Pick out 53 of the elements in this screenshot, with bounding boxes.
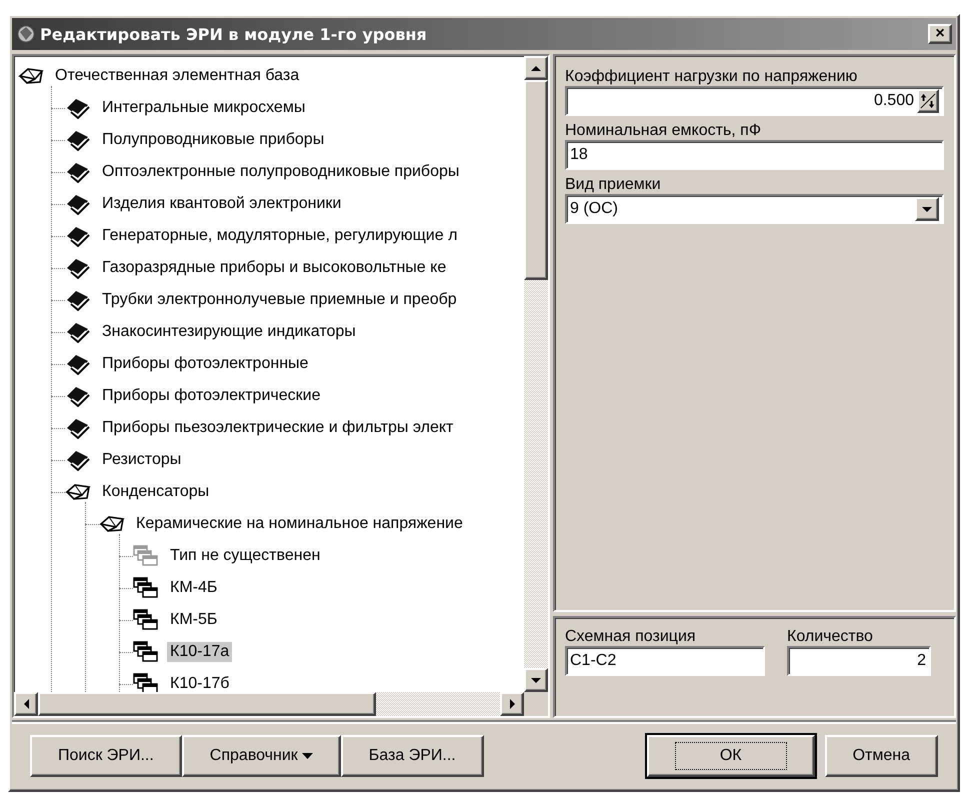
- app-icon: [16, 24, 36, 44]
- spin-field[interactable]: 0.500: [565, 86, 944, 116]
- close-button[interactable]: ×: [928, 24, 952, 44]
- tree-item[interactable]: КМ-4Б: [167, 578, 220, 598]
- tree-item[interactable]: Интегральные микросхемы: [99, 98, 308, 118]
- tree-item[interactable]: Конденсаторы: [99, 482, 212, 502]
- right-arrow-icon: [510, 699, 514, 709]
- tree-item[interactable]: Знакосинтезирующие индикаторы: [99, 322, 359, 342]
- tree-item[interactable]: Изделия квантовой электроники: [99, 194, 344, 214]
- tree-item[interactable]: Керамические на номинальное напряжение: [133, 514, 466, 534]
- scroll-thumb[interactable]: [38, 692, 376, 716]
- caret-icon: [922, 206, 932, 212]
- caret-icon: [302, 753, 313, 759]
- scroll-right-button[interactable]: [500, 692, 524, 716]
- tree-item[interactable]: Приборы фотоэлектронные: [99, 354, 312, 374]
- dialog-button[interactable]: Поиск ЭРИ...: [30, 735, 182, 777]
- tree-item[interactable]: К10-17б: [167, 674, 232, 692]
- tree-item[interactable]: К10-17а: [167, 642, 232, 662]
- tree-item[interactable]: КМ-5Б: [167, 610, 220, 630]
- dialog-button[interactable]: Отмена: [824, 735, 938, 777]
- input-field[interactable]: 18: [565, 140, 944, 170]
- tree-item[interactable]: Резисторы: [99, 450, 184, 470]
- down-arrow-icon: [531, 678, 541, 682]
- tree-item[interactable]: Оптоэлектронные полупроводниковые приборы: [99, 162, 462, 182]
- left-arrow-icon: [24, 699, 28, 709]
- dialog-button[interactable]: ОК: [646, 735, 815, 777]
- tree-item[interactable]: Полупроводниковые приборы: [99, 130, 328, 150]
- scroll-thumb[interactable]: [524, 80, 548, 280]
- input-field[interactable]: С1-С2: [565, 646, 765, 676]
- field-label: Количество: [787, 628, 874, 646]
- scroll-left-button[interactable]: [14, 692, 38, 716]
- input-field[interactable]: 2: [787, 646, 931, 676]
- spin-button[interactable]: [917, 89, 939, 113]
- tree-item[interactable]: Отечественная элементная база: [52, 66, 302, 86]
- dropdown[interactable]: 9 (ОС): [565, 194, 944, 224]
- field-label: Номинальная емкость, пФ: [565, 122, 762, 140]
- tree-item[interactable]: Приборы фотоэлектрические: [99, 386, 324, 406]
- tree-item[interactable]: Приборы пьезоэлектрические и фильтры элект: [99, 418, 456, 438]
- tree-item[interactable]: Трубки электроннолучевые приемные и преобр: [99, 290, 460, 310]
- scroll-up-button[interactable]: [524, 56, 548, 80]
- field-label: Коэффициент нагрузки по напряжению: [565, 68, 858, 86]
- dropdown-button[interactable]: [915, 197, 939, 221]
- tree-item[interactable]: Газоразрядные приборы и высоковольтные ке: [99, 258, 450, 278]
- field-label: Вид приемки: [565, 176, 662, 194]
- dialog-button[interactable]: База ЭРИ...: [340, 735, 484, 777]
- up-arrow-icon: [531, 66, 541, 70]
- field-label: Схемная позиция: [565, 628, 697, 646]
- window-title: Редактировать ЭРИ в модуле 1-го уровня: [40, 24, 427, 44]
- scrollbar-corner: [524, 692, 548, 716]
- up-down-arrows-icon: [920, 93, 936, 109]
- tree-item[interactable]: Генераторные, модуляторные, регулирующие л: [99, 226, 460, 246]
- dialog-button[interactable]: Справочник: [182, 735, 341, 777]
- scroll-down-button[interactable]: [524, 668, 548, 692]
